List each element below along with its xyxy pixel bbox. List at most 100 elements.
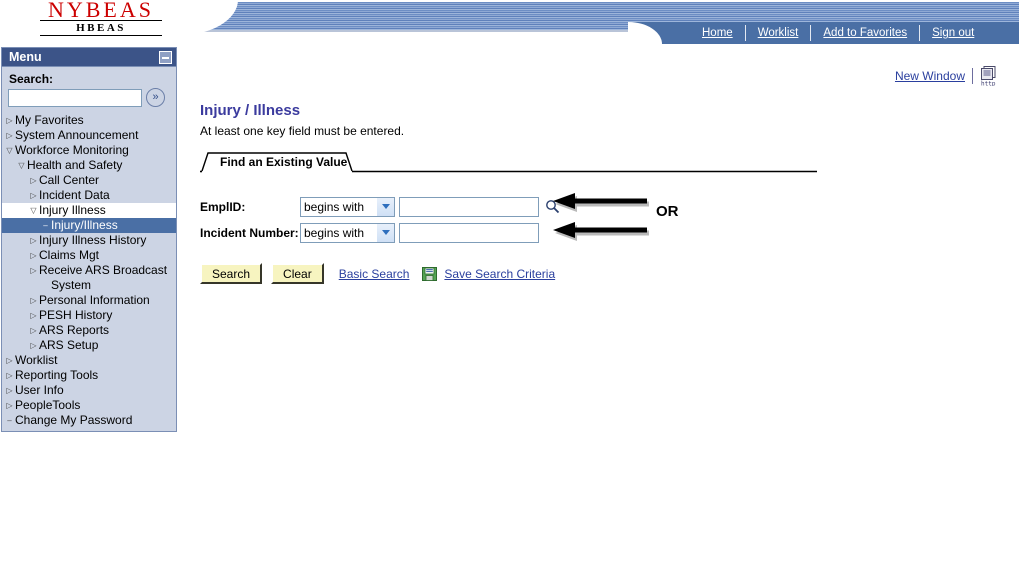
sidebar-item-label: Incident Data: [39, 188, 110, 202]
sidebar-item-label: Injury Illness History: [39, 233, 147, 247]
sidebar-item-receive-ars-broadcast[interactable]: ▷ Receive ARS Broadcast: [2, 263, 176, 278]
sidebar-item-injury-illness[interactable]: – Injury/Illness: [2, 218, 176, 233]
sidebar-menu-panel: Menu Search: » ▷ My Favorites ▷ System Anno…: [1, 47, 177, 432]
field-label: Incident Number:: [200, 225, 299, 240]
chevron-right-icon: ▷: [6, 116, 13, 125]
sidebar-item-worklist[interactable]: ▷ Worklist: [2, 353, 176, 368]
chevron-right-icon: ▷: [30, 326, 37, 335]
operator-select[interactable]: begins withcontains=not =<<=>>=betweenin: [300, 222, 395, 243]
sidebar-item-change-my-password[interactable]: – Change My Password: [2, 413, 176, 428]
dash-icon: –: [7, 416, 12, 425]
nav-divider: [810, 25, 812, 41]
sidebar-item-ars-reports[interactable]: ▷ ARS Reports: [2, 323, 176, 338]
tab-find-an-existing-value[interactable]: Find an Existing Value: [200, 151, 365, 172]
chevron-right-icon: ▷: [6, 371, 13, 380]
sidebar-item-health-and-safety[interactable]: ▽ Health and Safety: [2, 158, 176, 173]
sidebar-item-system-announcement[interactable]: ▷ System Announcement: [2, 128, 176, 143]
sidebar-item-label: ARS Setup: [39, 338, 99, 352]
menu-search-row: »: [2, 88, 176, 112]
sidebar-item-my-favorites[interactable]: ▷ My Favorites: [2, 113, 176, 128]
chevron-down-icon: ▽: [30, 206, 37, 215]
menu-tree: ▷ My Favorites ▷ System Announcement ▽ Workfo…: [2, 112, 176, 428]
search-criteria-form: EmplID: begins withcontains=not =<<=>>=be…: [200, 194, 561, 246]
divider: [972, 68, 973, 84]
sidebar-item-claims-mgt[interactable]: ▷ Claims Mgt: [2, 248, 176, 263]
clear-button[interactable]: Clear: [271, 263, 324, 284]
tab-strip: Find an Existing Value: [200, 151, 817, 173]
search-button[interactable]: Search: [200, 263, 263, 284]
save-search-criteria-link[interactable]: Save Search Criteria: [444, 267, 555, 281]
sidebar-item-pesh-history[interactable]: ▷ PESH History: [2, 308, 176, 323]
nav-link-add-to-favorites[interactable]: Add to Favorites: [811, 27, 919, 39]
incident-number-input[interactable]: [399, 222, 539, 243]
nybeas-logo: NYBEAS HBEAS: [40, 0, 162, 36]
sidebar-item-label: Injury Illness: [39, 203, 106, 217]
sidebar-item-label: My Favorites: [15, 113, 84, 127]
chevron-right-icon: ▷: [30, 296, 37, 305]
or-annotation-group: OR: [553, 193, 679, 248]
svg-text:http: http: [981, 81, 996, 87]
nav-divider: [744, 25, 746, 41]
nav-link-home[interactable]: Home: [690, 27, 745, 39]
sidebar-item-personal-information[interactable]: ▷ Personal Information: [2, 293, 176, 308]
left-arrow-annotation-2: [553, 222, 653, 248]
menu-search-input[interactable]: [8, 88, 142, 107]
floppy-disk-save-icon[interactable]: [422, 266, 438, 281]
new-window-link[interactable]: New Window: [895, 69, 965, 83]
minimize-icon[interactable]: [159, 50, 172, 64]
sidebar-item-label: PESH History: [39, 308, 113, 322]
logo-primary-text: NYBEAS: [40, 0, 162, 21]
search-field-row: Incident Number:begins withcontains=not …: [200, 220, 561, 245]
http-document-icon[interactable]: http: [980, 66, 997, 88]
sidebar-item-label-continuation[interactable]: System: [2, 278, 176, 293]
sidebar-item-label: Injury/Illness: [51, 218, 118, 232]
sidebar-item-label: Reporting Tools: [15, 368, 99, 382]
sidebar-item-label: Receive ARS Broadcast: [39, 263, 168, 277]
sidebar-item-injury-illness-history[interactable]: ▷ Injury Illness History: [2, 233, 176, 248]
sidebar-item-workforce-monitoring[interactable]: ▽ Workforce Monitoring: [2, 143, 176, 158]
nav-link-worklist[interactable]: Worklist: [746, 27, 811, 39]
menu-search-label: Search:: [9, 72, 54, 86]
sidebar-item-label: User Info: [15, 383, 64, 397]
sidebar-item-injury-illness[interactable]: ▽ Injury Illness: [2, 203, 176, 218]
chevron-right-icon: ▷: [30, 236, 37, 245]
new-window-row: New Window http: [895, 66, 997, 88]
sidebar-item-reporting-tools[interactable]: ▷ Reporting Tools: [2, 368, 176, 383]
chevron-right-icon: ▷: [30, 311, 37, 320]
sidebar-item-ars-setup[interactable]: ▷ ARS Setup: [2, 338, 176, 353]
logo-secondary-text: HBEAS: [40, 22, 162, 36]
sidebar-item-label: Workforce Monitoring: [15, 143, 129, 157]
sidebar-item-label: Worklist: [15, 353, 58, 367]
form-button-row: Search Clear Basic Search Save Search Cr…: [200, 263, 555, 284]
nav-link-sign-out[interactable]: Sign out: [920, 27, 986, 39]
sidebar-item-incident-data[interactable]: ▷ Incident Data: [2, 188, 176, 203]
emplid-input[interactable]: [399, 196, 539, 217]
search-go-icon[interactable]: »: [146, 88, 165, 107]
sidebar-item-user-info[interactable]: ▷ User Info: [2, 383, 176, 398]
chevron-right-icon: ▷: [6, 131, 13, 140]
field-label: EmplID:: [200, 199, 246, 214]
chevron-right-icon: ▷: [30, 266, 37, 275]
chevron-right-icon: ▷: [30, 191, 37, 200]
top-navigation-links: Home Worklist Add to Favorites Sign out: [690, 22, 986, 44]
sidebar-item-call-center[interactable]: ▷ Call Center: [2, 173, 176, 188]
sidebar-item-peopletools[interactable]: ▷ PeopleTools: [2, 398, 176, 413]
chevron-right-icon: ▷: [30, 251, 37, 260]
menu-title: Menu: [9, 50, 42, 64]
sidebar-item-label: Health and Safety: [27, 158, 123, 172]
operator-select-wrapper: begins withcontains=not =<<=>>=betweenin: [300, 222, 395, 243]
chevron-right-icon: ▷: [6, 356, 13, 365]
chevron-down-icon: ▽: [6, 146, 13, 155]
chevron-down-icon: ▽: [18, 161, 25, 170]
sidebar-item-label: System Announcement: [15, 128, 139, 142]
sidebar-item-label: PeopleTools: [15, 398, 81, 412]
page-title: Injury / Illness: [200, 102, 301, 119]
chevron-right-icon: ▷: [6, 386, 13, 395]
or-label: OR: [656, 203, 679, 220]
operator-select[interactable]: begins withcontains=not =<<=>>=betweenin: [300, 196, 395, 217]
sidebar-item-label: Call Center: [39, 173, 100, 187]
basic-search-link[interactable]: Basic Search: [339, 267, 410, 281]
chevron-right-icon: ▷: [30, 176, 37, 185]
search-field-row: EmplID: begins withcontains=not =<<=>>=be…: [200, 194, 561, 219]
dash-icon: –: [43, 221, 48, 230]
